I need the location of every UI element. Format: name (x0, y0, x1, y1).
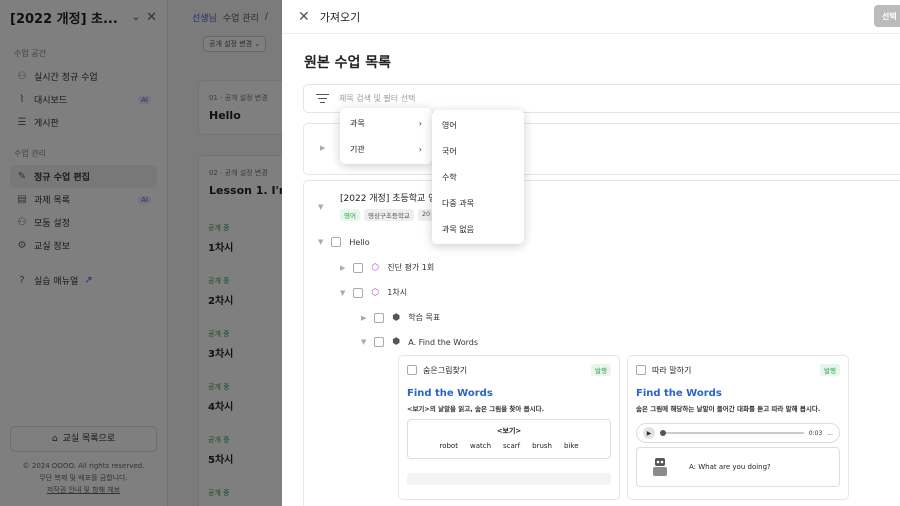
word-list: robot watch scarf brush bike (408, 442, 610, 450)
activity-instruction: <보기>의 낱말을 읽고, 숨은 그림을 찾아 봅시다. (407, 405, 545, 413)
word-box-title: <보기> (496, 427, 522, 435)
more-icon[interactable]: ... (827, 430, 833, 437)
word-box: <보기> robot watch scarf brush bike (407, 419, 611, 459)
checkbox[interactable] (636, 365, 646, 375)
word: watch (469, 442, 492, 450)
tag: 영어 (340, 209, 360, 221)
activity-card[interactable]: 숨은그림찾기 발행 Find the Words <보기>의 낱말을 읽고, 숨… (398, 355, 620, 500)
robot-icon (653, 458, 667, 476)
status-badge: 발행 (820, 364, 840, 376)
checkbox[interactable] (353, 287, 364, 298)
import-modal: ✕ 가져오기 선택 원본 수업 목록 제목 검색 및 필터 선택 ▶ ▼ [20… (282, 0, 900, 506)
chevron-down-icon[interactable]: ▼ (340, 289, 345, 297)
tree-label: Hello (349, 237, 370, 247)
course-tags: 영어 영상구초등학교 20 (340, 209, 435, 221)
activity-heading: Find the Words (636, 388, 722, 399)
image-placeholder (407, 473, 611, 485)
activity-card-header: 숨은그림찾기 발행 (407, 364, 611, 376)
close-icon[interactable]: ✕ (298, 9, 310, 25)
chevron-right-icon[interactable]: ▶ (320, 144, 325, 152)
word: scarf (503, 442, 521, 450)
checkbox[interactable] (407, 365, 417, 375)
modal-header: ✕ 가져오기 (282, 0, 900, 34)
cube-icon: ⬢ (392, 337, 401, 347)
chevron-right-icon[interactable]: ▶ (361, 314, 366, 322)
select-button[interactable]: 선택 (874, 5, 900, 27)
tree-label: A. Find the Words (408, 337, 479, 347)
activity-title: 숨은그림찾기 (423, 365, 468, 375)
page-title: 원본 수업 목록 (304, 55, 392, 71)
activity-heading: Find the Words (407, 388, 493, 399)
filter-icon[interactable] (316, 94, 329, 103)
audio-progress[interactable] (660, 430, 804, 436)
tree-row-activity[interactable]: ▼ ⬢ A. Find the Words (361, 337, 478, 347)
chevron-right-icon: › (418, 118, 422, 128)
app: [2022 개정] 초... ⌄ ✕ 수업 공간 ⚇ 실시간 정규 수업 ⌇ 대… (0, 0, 900, 506)
checkbox[interactable] (374, 312, 385, 323)
cube-icon: ⬡ (371, 287, 380, 298)
chevron-down-icon[interactable]: ▼ (318, 238, 323, 246)
activity-card-header: 따라 말하기 발행 (636, 364, 840, 376)
checkbox[interactable] (353, 262, 364, 273)
checkbox[interactable] (374, 337, 385, 347)
dialog-line: A: What are you doing? (689, 463, 771, 471)
menu-item-korean[interactable]: 국어 (432, 138, 524, 164)
dialog-box: A: What are you doing? (636, 447, 840, 487)
checkbox[interactable] (331, 237, 342, 247)
menu-item-english[interactable]: 영어 (432, 112, 524, 138)
menu-item-label: 과목 없음 (442, 224, 474, 234)
word: bike (564, 442, 579, 450)
menu-item-label: 과목 (350, 118, 365, 128)
filter-category-menu: 과목 › 기관 › (340, 108, 432, 164)
course-title: [2022 개정] 초등학교 영 (340, 194, 437, 204)
chevron-down-icon[interactable]: ▼ (318, 203, 323, 211)
activity-card[interactable]: 따라 말하기 발행 Find the Words 숨은 그림에 해당하는 낱말이… (627, 355, 849, 500)
tree-row-diagnostic[interactable]: ▶ ⬡ 진단 평가 1회 (340, 262, 434, 273)
menu-item-institution[interactable]: 기관 › (340, 136, 432, 162)
tree-label: 진단 평가 1회 (387, 263, 435, 272)
word: robot (439, 442, 458, 450)
tree-row-goal[interactable]: ▶ ⬢ 학습 목표 (361, 312, 440, 323)
tree-label: 1차시 (387, 288, 408, 297)
cube-icon: ⬡ (371, 262, 380, 273)
activity-instruction: 숨은 그림에 해당하는 낱말이 들어간 대화를 듣고 따라 말해 봅시다. (636, 405, 821, 413)
menu-item-label: 국어 (442, 146, 457, 156)
play-icon[interactable]: ▶ (643, 427, 655, 439)
cube-icon: ⬢ (392, 312, 401, 323)
audio-player[interactable]: ▶ 0:03 ... (636, 423, 840, 443)
chevron-right-icon: › (418, 144, 422, 154)
tree-row-lesson[interactable]: ▼ ⬡ 1차시 (340, 287, 407, 298)
chevron-down-icon[interactable]: ▼ (361, 338, 366, 346)
word: brush (532, 442, 552, 450)
subject-submenu: 영어 국어 수학 다중 과목 과목 없음 (432, 110, 524, 244)
menu-item-subject[interactable]: 과목 › (340, 110, 432, 136)
menu-item-label: 다중 과목 (442, 198, 474, 208)
audio-time: 0:03 (808, 429, 823, 437)
chevron-right-icon[interactable]: ▶ (340, 264, 345, 272)
modal-header-title: 가져오기 (319, 10, 361, 24)
tree-row-unit[interactable]: ▼ Hello (318, 237, 370, 247)
menu-item-multi-subject[interactable]: 다중 과목 (432, 190, 524, 216)
activity-title: 따라 말하기 (652, 365, 692, 375)
menu-item-label: 영어 (442, 120, 457, 130)
menu-item-label: 기관 (350, 144, 365, 154)
search-placeholder: 제목 검색 및 필터 선택 (339, 94, 416, 103)
menu-item-label: 수학 (442, 172, 457, 182)
tag: 영상구초등학교 (363, 209, 414, 221)
menu-item-no-subject[interactable]: 과목 없음 (432, 216, 524, 242)
menu-item-math[interactable]: 수학 (432, 164, 524, 190)
status-badge: 발행 (591, 364, 611, 376)
tree-label: 학습 목표 (408, 313, 441, 322)
